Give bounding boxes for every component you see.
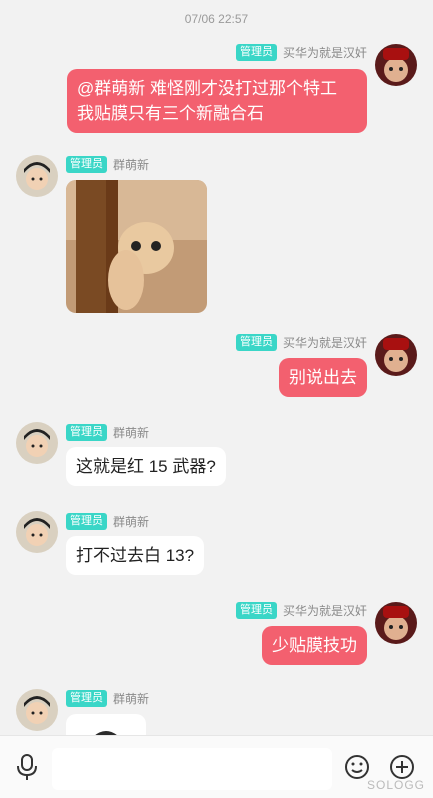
message-bubble[interactable]: 别说出去: [279, 358, 367, 397]
sender-meta: 管理员 群萌新: [66, 156, 149, 173]
sender-name: 买华为就是汉奸: [282, 336, 367, 350]
admin-badge: 管理员: [235, 44, 277, 61]
avatar[interactable]: [16, 689, 58, 731]
message-bubble[interactable]: 这就是红 15 武器?: [66, 447, 226, 486]
sender-name: 买华为就是汉奸: [282, 46, 367, 60]
sender-name: 群萌新: [113, 692, 150, 706]
sender-meta: 管理员 买华为就是汉奸: [235, 44, 367, 61]
avatar[interactable]: [16, 511, 58, 553]
sender-meta: 管理员 买华为就是汉奸: [235, 602, 367, 619]
avatar[interactable]: [375, 334, 417, 376]
admin-badge: 管理员: [235, 602, 277, 619]
sender-name: 群萌新: [113, 515, 150, 529]
avatar[interactable]: [375, 602, 417, 644]
sender-meta: 管理员 群萌新: [66, 690, 149, 707]
message-bubble[interactable]: 少贴膜技功: [262, 626, 367, 665]
admin-badge: 管理员: [66, 513, 107, 530]
composer-bar: SOLOGG: [0, 735, 433, 798]
admin-badge: 管理员: [66, 690, 107, 707]
sender-name: 群萌新: [113, 158, 150, 172]
sender-meta: 管理员 买华为就是汉奸: [235, 334, 367, 351]
avatar[interactable]: [16, 155, 58, 197]
message-bubble[interactable]: 打不过去白 13?: [66, 536, 205, 575]
avatar[interactable]: [16, 422, 58, 464]
timestamp: 07/06 22:57: [184, 12, 249, 26]
sender-meta: 管理员 群萌新: [66, 424, 149, 441]
sender-meta: 管理员 群萌新: [66, 513, 149, 530]
sender-name: 群萌新: [113, 426, 150, 440]
microphone-icon[interactable]: [10, 750, 44, 784]
cat-peeking-image[interactable]: [66, 180, 207, 313]
admin-badge: 管理员: [235, 334, 277, 351]
admin-badge: 管理员: [66, 156, 107, 173]
message-bubble[interactable]: @群萌新 难怪刚才没打过那个特工 我贴膜只有三个新融合石: [67, 69, 367, 133]
sender-name: 买华为就是汉奸: [282, 604, 367, 618]
admin-badge: 管理员: [66, 424, 107, 441]
watermark: SOLOGG: [366, 778, 425, 792]
message-input[interactable]: [52, 748, 332, 790]
avatar[interactable]: [375, 44, 417, 86]
